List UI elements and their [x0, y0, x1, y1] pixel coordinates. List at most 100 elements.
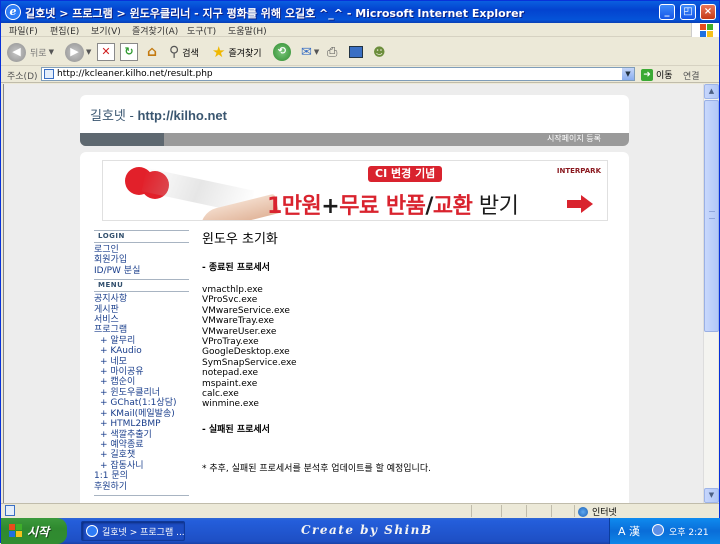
messenger-button[interactable]: ☻	[373, 41, 386, 63]
process-item: VProSvc.exe	[202, 295, 258, 306]
sidebar-menu-item[interactable]: 게시판	[94, 305, 189, 315]
mail-button[interactable]: ✉ ▼	[301, 41, 319, 63]
banner-promo: 1만원+무료 반품/교환 받기	[267, 188, 519, 220]
globe-icon	[578, 506, 588, 517]
login-list: 로그인 회원가입 ID/PW 분실	[94, 245, 189, 276]
close-button[interactable]: ×	[700, 4, 716, 20]
refresh-button[interactable]: ↻	[120, 41, 138, 63]
printer-icon: ⎙	[327, 44, 338, 60]
start-button[interactable]: 시작	[1, 518, 67, 544]
interpark-logo: INTERPARK	[556, 167, 601, 175]
home-button[interactable]: ⌂	[143, 41, 161, 63]
menu-file[interactable]: 파일(F)	[9, 24, 38, 37]
menu-edit[interactable]: 편집(E)	[50, 24, 79, 37]
chevron-down-icon: ▼	[48, 48, 54, 56]
page-title: 윈도우 초기화	[202, 232, 278, 247]
system-tray: A 漢 오후 2:21	[609, 518, 720, 544]
interpark-banner[interactable]: CI 변경 기념 INTERPARK 1만원+무료 반품/교환 받기	[102, 160, 608, 221]
sidebar-login-item[interactable]: 회원가입	[94, 255, 189, 265]
taskbar-ie-task[interactable]: 길호넷 > 프로그램 ...	[81, 521, 185, 541]
stop-icon: ✕	[97, 43, 115, 61]
sidebar-menu-item[interactable]: 공지사항	[94, 294, 189, 304]
promo-exchange: 교환	[432, 194, 473, 219]
login-section-header: LOGIN	[94, 230, 189, 243]
links-button[interactable]: 연결	[683, 69, 700, 82]
status-divider	[551, 505, 552, 517]
sidebar-menu-item[interactable]: 프로그램	[94, 325, 189, 335]
scroll-up-button[interactable]: ▲	[704, 84, 719, 99]
windows-flag-icon	[9, 524, 22, 537]
sidebar-program-item[interactable]: 색깔추출기	[94, 430, 189, 440]
sidebar-program-item[interactable]: 길호챗	[94, 450, 189, 460]
sidebar-program-item[interactable]: GChat(1:1상담)	[94, 398, 189, 408]
sidebar-program-item[interactable]: KAudio	[94, 346, 189, 356]
site-title-prefix: 길호넷 -	[90, 108, 138, 123]
scroll-grip	[709, 211, 715, 219]
sidebar-program-item[interactable]: KMail(메일발송)	[94, 409, 189, 419]
sidebar-program-item[interactable]: 잡동사니	[94, 461, 189, 471]
forward-button[interactable]: ▶ ▼	[65, 41, 91, 63]
edit-button[interactable]	[349, 41, 363, 63]
process-item: SymSnapService.exe	[202, 357, 297, 368]
favorites-button[interactable]: ★ 즐겨찾기	[212, 41, 262, 63]
sidebar-menu-item[interactable]: 서비스	[94, 315, 189, 325]
sidebar: LOGIN 로그인 회원가입 ID/PW 분실 MENU 공지사항 게시판 서비스 프로그…	[94, 230, 189, 501]
sidebar-program-item[interactable]: 캡순이	[94, 377, 189, 387]
address-input[interactable]: http://kcleaner.kilho.net/result.php ▼	[41, 67, 635, 81]
history-button[interactable]: ⟲	[273, 41, 291, 63]
terminated-heading: - 종료된 프로세서	[202, 263, 270, 273]
page-icon	[44, 69, 54, 79]
search-label: 검색	[182, 48, 199, 59]
sidebar-login-item[interactable]: 로그인	[94, 245, 189, 255]
program-list: 알무리KAudio네모마이공유캡순이윈도우클리너GChat(1:1상담)KMai…	[94, 336, 189, 471]
forward-arrow-icon: ▶	[65, 42, 84, 62]
menu-favorites[interactable]: 즐겨찾기(A)	[132, 24, 178, 37]
main-panel: CI 변경 기념 INTERPARK 1만원+무료 반품/교환 받기 LOGIN…	[80, 152, 629, 503]
menu-view[interactable]: 보기(V)	[91, 24, 121, 37]
chevron-down-icon[interactable]: ▼	[622, 68, 634, 80]
go-label: 이동	[656, 71, 673, 81]
restore-button[interactable]: ◰	[680, 4, 696, 20]
sidebar-section-divider	[94, 494, 189, 501]
process-item: notepad.exe	[202, 368, 259, 379]
zone-label: 인터넷	[592, 508, 617, 518]
update-note: * 추후, 실패된 프로세서를 분석후 업데이트를 할 예정입니다.	[202, 463, 431, 474]
set-homepage-link[interactable]: 시작페이지 등록	[547, 133, 601, 144]
scroll-thumb[interactable]	[704, 100, 719, 332]
chevron-down-icon: ▼	[313, 48, 320, 56]
menu-tools[interactable]: 도구(T)	[187, 24, 216, 37]
search-button[interactable]: ⚲ 검색	[169, 41, 199, 63]
print-button[interactable]: ⎙	[327, 41, 337, 63]
sidebar-program-item[interactable]: 예약종료	[94, 440, 189, 450]
stop-button[interactable]: ✕	[97, 41, 115, 63]
promo-get: 받기	[472, 194, 519, 219]
ie-icon[interactable]: e	[5, 4, 21, 20]
task-label: 길호넷 > 프로그램 ...	[102, 527, 185, 538]
back-arrow-icon: ◀	[7, 42, 26, 62]
back-button[interactable]: ◀ 뒤로 ▼	[7, 41, 54, 63]
page-viewport: 길호넷 - http://kilho.net 시작페이지 등록 CI 변경 기념…	[3, 84, 703, 503]
sidebar-program-item[interactable]: 알무리	[94, 336, 189, 346]
site-title[interactable]: 길호넷 - http://kilho.net	[90, 105, 227, 124]
tray-icon[interactable]	[652, 524, 664, 536]
sidebar-program-item[interactable]: 마이공유	[94, 367, 189, 377]
sidebar-program-item[interactable]: 윈도우클리너	[94, 388, 189, 398]
title-bar[interactable]: e 길호넷 > 프로그램 > 윈도우클리너 - 지구 평화를 위해 오길호 ^_…	[1, 1, 719, 23]
sidebar-login-item[interactable]: ID/PW 분실	[94, 266, 189, 276]
clock[interactable]: 오후 2:21	[669, 525, 709, 538]
sidebar-menu-item[interactable]: 1:1 문의	[94, 471, 189, 481]
sidebar-program-item[interactable]: 네모	[94, 357, 189, 367]
ime-indicator[interactable]: A 漢	[618, 523, 640, 539]
menu-help[interactable]: 도움말(H)	[228, 24, 267, 37]
address-label: 주소(D)	[7, 72, 38, 82]
sidebar-program-item[interactable]: HTML2BMP	[94, 419, 189, 429]
minimize-button[interactable]: _	[659, 4, 675, 20]
vertical-scrollbar[interactable]: ▲ ▼	[703, 84, 719, 503]
process-item: winmine.exe	[202, 399, 259, 410]
go-button[interactable]: ➜ 이동	[641, 68, 673, 81]
scroll-down-button[interactable]: ▼	[704, 488, 719, 503]
banner-badge: CI 변경 기념	[368, 166, 443, 182]
sidebar-menu-item[interactable]: 후원하기	[94, 482, 189, 492]
menu-list: 공지사항 게시판 서비스 프로그램	[94, 294, 189, 336]
process-item: VMwareTray.exe	[202, 316, 275, 327]
